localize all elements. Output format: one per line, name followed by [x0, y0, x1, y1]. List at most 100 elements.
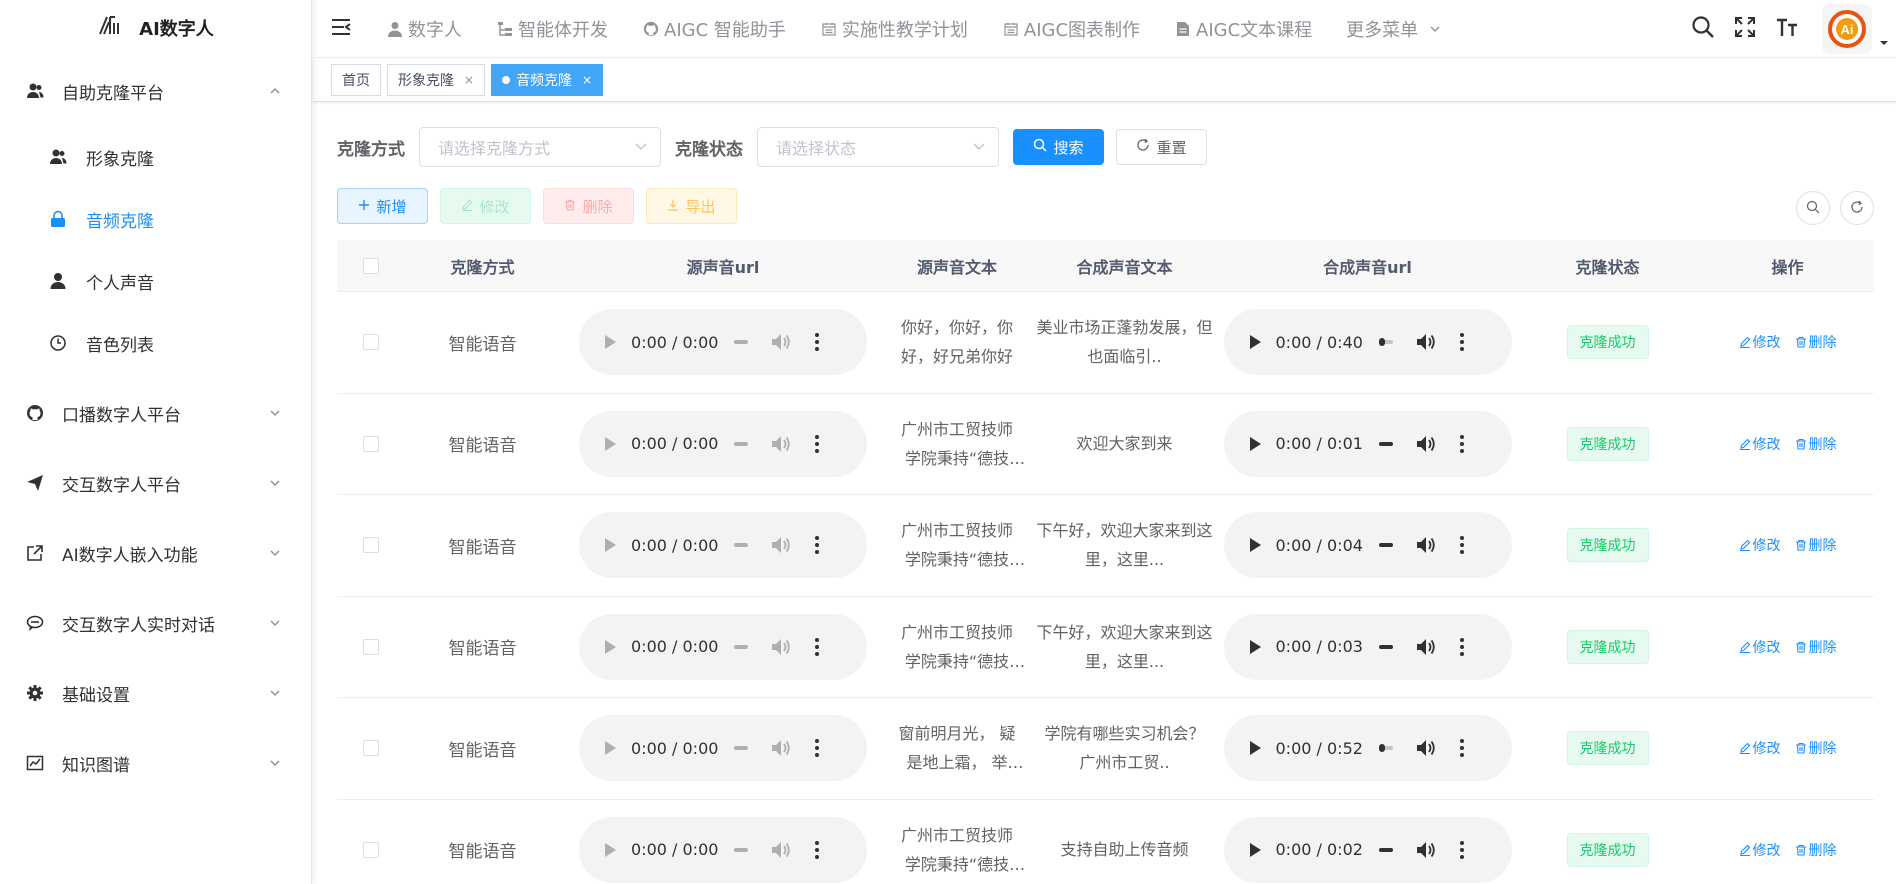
tag-image-clone[interactable]: 形象克隆 × — [387, 63, 486, 96]
synth-audio-player[interactable]: 0:00 / 0:01 — [1223, 410, 1512, 477]
sidebar-group-realtime-chat[interactable]: 交互数字人实时对话 — [0, 588, 311, 658]
topnav-agent-dev[interactable]: 智能体开发 — [479, 0, 625, 58]
topnav-aigc-assistant[interactable]: AIGC 智能助手 — [625, 0, 803, 58]
close-icon[interactable]: × — [582, 73, 592, 87]
audio-progress-bar[interactable] — [734, 644, 749, 649]
topnav-more-menu[interactable]: 更多菜单 — [1329, 0, 1465, 58]
row-edit-button[interactable]: 修改 — [1739, 535, 1781, 555]
volume-icon[interactable] — [1415, 737, 1437, 759]
row-edit-button[interactable]: 修改 — [1739, 738, 1781, 758]
topnav-aigc-text-course[interactable]: AIGC文本课程 — [1157, 0, 1329, 58]
synth-audio-player[interactable]: 0:00 / 0:03 — [1223, 613, 1512, 680]
refresh-button[interactable] — [1840, 191, 1874, 225]
audio-progress-bar[interactable] — [734, 543, 749, 548]
play-icon[interactable] — [603, 842, 619, 858]
play-icon[interactable] — [603, 740, 619, 756]
synth-audio-player[interactable]: 0:00 / 0:02 — [1223, 816, 1512, 883]
audio-progress-bar[interactable] — [1378, 644, 1393, 649]
audio-progress-bar[interactable] — [734, 847, 749, 852]
sidebar-group-broadcast[interactable]: 口播数字人平台 — [0, 378, 311, 448]
sidebar-item-personal-voice[interactable]: 个人声音 — [0, 250, 311, 312]
sidebar-item-voice-list[interactable]: 音色列表 — [0, 312, 311, 374]
play-icon[interactable] — [1248, 436, 1264, 452]
row-delete-button[interactable]: 删除 — [1795, 535, 1837, 555]
row-edit-button[interactable]: 修改 — [1739, 332, 1781, 352]
status-select[interactable]: 请选择状态 — [757, 127, 999, 167]
tag-home[interactable]: 首页 — [331, 63, 381, 96]
more-options-icon[interactable] — [814, 839, 820, 861]
volume-icon[interactable] — [770, 331, 792, 353]
row-delete-button[interactable]: 删除 — [1795, 637, 1837, 657]
avatar-dropdown[interactable] — [1872, 21, 1896, 51]
method-select[interactable]: 请选择克隆方式 — [419, 127, 661, 167]
source-audio-player[interactable]: 0:00 / 0:00 — [579, 816, 867, 883]
row-delete-button[interactable]: 删除 — [1795, 434, 1837, 454]
search-button[interactable] — [1682, 0, 1724, 58]
edit-button[interactable]: 修改 — [440, 188, 531, 224]
logo[interactable]: AI数字人 — [0, 0, 311, 56]
sidebar-group-knowledge-graph[interactable]: 知识图谱 — [0, 728, 311, 798]
row-checkbox[interactable] — [363, 435, 379, 452]
source-audio-player[interactable]: 0:00 / 0:00 — [579, 715, 867, 782]
audio-progress-bar[interactable] — [734, 746, 749, 751]
audio-progress-bar[interactable] — [1378, 543, 1393, 548]
font-size-button[interactable] — [1766, 0, 1808, 58]
play-icon[interactable] — [1248, 639, 1264, 655]
play-icon[interactable] — [1248, 334, 1264, 350]
tag-audio-clone[interactable]: 音频克隆 × — [491, 63, 604, 96]
more-options-icon[interactable] — [1459, 839, 1465, 861]
volume-icon[interactable] — [770, 433, 792, 455]
synth-audio-player[interactable]: 0:00 / 0:52 — [1223, 715, 1512, 782]
fullscreen-button[interactable] — [1724, 0, 1766, 58]
search-button[interactable]: 搜索 — [1013, 129, 1104, 165]
play-icon[interactable] — [603, 639, 619, 655]
source-audio-player[interactable]: 0:00 / 0:00 — [579, 309, 867, 376]
audio-progress-bar[interactable] — [1378, 847, 1393, 852]
more-options-icon[interactable] — [814, 331, 820, 353]
sidebar-group-settings[interactable]: 基础设置 — [0, 658, 311, 728]
select-all-checkbox[interactable] — [363, 257, 379, 274]
source-audio-player[interactable]: 0:00 / 0:00 — [579, 410, 867, 477]
volume-icon[interactable] — [1415, 636, 1437, 658]
sidebar-toggle-button[interactable] — [313, 0, 369, 58]
more-options-icon[interactable] — [814, 737, 820, 759]
toggle-search-button[interactable] — [1796, 191, 1830, 225]
row-checkbox[interactable] — [363, 537, 379, 554]
row-checkbox[interactable] — [363, 841, 379, 858]
play-icon[interactable] — [603, 537, 619, 553]
row-edit-button[interactable]: 修改 — [1739, 637, 1781, 657]
more-options-icon[interactable] — [1459, 636, 1465, 658]
play-icon[interactable] — [603, 436, 619, 452]
volume-icon[interactable] — [1415, 534, 1437, 556]
volume-icon[interactable] — [770, 737, 792, 759]
delete-button[interactable]: 删除 — [543, 188, 634, 224]
topnav-aigc-chart[interactable]: AIGC图表制作 — [985, 0, 1157, 58]
sidebar-item-image-clone[interactable]: 形象克隆 — [0, 126, 311, 188]
row-delete-button[interactable]: 删除 — [1795, 332, 1837, 352]
play-icon[interactable] — [1248, 842, 1264, 858]
sidebar-group-self-clone[interactable]: 自助克隆平台 — [0, 56, 311, 126]
volume-icon[interactable] — [1415, 433, 1437, 455]
close-icon[interactable]: × — [464, 73, 474, 87]
audio-progress-bar[interactable] — [734, 340, 749, 345]
sidebar-item-audio-clone[interactable]: 音频克隆 — [0, 188, 311, 250]
play-icon[interactable] — [603, 334, 619, 350]
synth-audio-player[interactable]: 0:00 / 0:40 — [1223, 309, 1512, 376]
audio-progress-bar[interactable] — [1378, 441, 1393, 446]
row-checkbox[interactable] — [363, 334, 379, 351]
audio-progress-bar[interactable] — [734, 441, 749, 446]
source-audio-player[interactable]: 0:00 / 0:00 — [579, 512, 867, 579]
play-icon[interactable] — [1248, 537, 1264, 553]
more-options-icon[interactable] — [814, 534, 820, 556]
row-delete-button[interactable]: 删除 — [1795, 738, 1837, 758]
audio-progress-bar[interactable] — [1378, 338, 1393, 347]
row-edit-button[interactable]: 修改 — [1739, 840, 1781, 860]
volume-icon[interactable] — [770, 636, 792, 658]
synth-audio-player[interactable]: 0:00 / 0:04 — [1223, 512, 1512, 579]
volume-icon[interactable] — [1415, 331, 1437, 353]
row-checkbox[interactable] — [363, 638, 379, 655]
sidebar-group-embed[interactable]: AI数字人嵌入功能 — [0, 518, 311, 588]
volume-icon[interactable] — [770, 534, 792, 556]
topnav-teaching-plan[interactable]: 实施性教学计划 — [803, 0, 985, 58]
avatar[interactable]: Ai — [1822, 4, 1872, 54]
